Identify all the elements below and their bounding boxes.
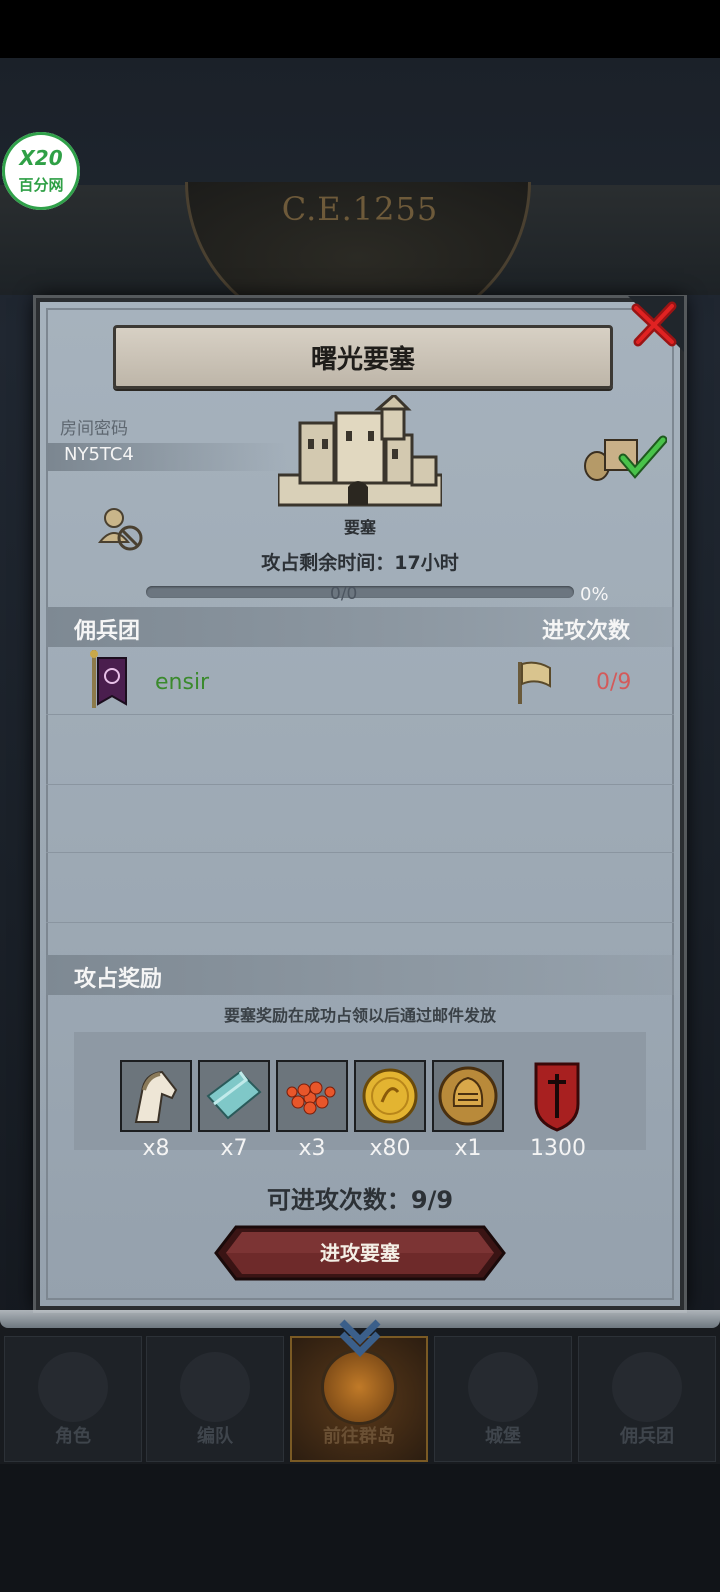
cloth-icon [200, 1062, 268, 1130]
reward-item-cloth[interactable] [198, 1060, 270, 1132]
supply-check-icon[interactable] [583, 434, 667, 484]
castle-nav-icon [468, 1352, 538, 1422]
fortress-icon [278, 395, 442, 507]
nav-tab-mercenary[interactable]: 佣兵团 [578, 1336, 716, 1462]
reward-qty: x80 [369, 1136, 411, 1161]
helmet-nav-icon [180, 1352, 250, 1422]
gold-coin-icon [356, 1062, 424, 1130]
shield-badge-icon[interactable] [534, 1060, 580, 1132]
nav-label: 佣兵团 [620, 1426, 674, 1447]
reward-item-gold[interactable] [354, 1060, 426, 1132]
capture-progress-bar [146, 586, 574, 598]
progress-text: 0/0 [330, 584, 358, 604]
nav-label: 编队 [197, 1426, 233, 1447]
attacks-available: 可进攻次数：9/9 [266, 1186, 454, 1214]
status-bar [0, 0, 720, 58]
helmet-icon [434, 1062, 502, 1130]
no-user-icon[interactable] [98, 506, 144, 552]
guild-banner-icon [90, 650, 127, 708]
chevron-down-icon [339, 1319, 381, 1357]
room-code-label: 房间密码 [60, 419, 128, 439]
reward-item-caviar[interactable] [276, 1060, 348, 1132]
row-divider [46, 922, 674, 923]
reward-qty: 1300 [530, 1136, 586, 1161]
caviar-icon [278, 1062, 346, 1130]
nav-tab-formation[interactable]: 编队 [146, 1336, 284, 1462]
mercenary-name[interactable]: ensir [155, 670, 209, 695]
mercenary-attack-count: 0/9 [596, 670, 632, 695]
attack-count-header: 进攻次数 [542, 619, 631, 644]
nav-label: 角色 [55, 1426, 91, 1447]
watermark-logo: X20 百分网 [2, 132, 80, 210]
row-divider [46, 784, 674, 785]
row-divider [46, 852, 674, 853]
reward-qty: x8 [142, 1136, 170, 1161]
year-label: C.E.1255 [281, 190, 439, 228]
reward-note: 要塞奖励在成功占领以后通过邮件发放 [223, 1006, 496, 1025]
reward-qty: x1 [454, 1136, 482, 1161]
nav-tab-character[interactable]: 角色 [4, 1336, 142, 1462]
reward-header: 攻占奖励 [74, 967, 163, 992]
room-code-value[interactable]: NY5TC4 [64, 444, 134, 465]
watermark-line1: X20 [19, 146, 63, 170]
horse-icon [122, 1062, 190, 1130]
reward-qty: x3 [298, 1136, 326, 1161]
reward-qty: x7 [220, 1136, 248, 1161]
reward-item-horse[interactable] [120, 1060, 192, 1132]
time-remaining: 攻占剩余时间：17小时 [261, 552, 459, 574]
reward-item-helmet[interactable] [432, 1060, 504, 1132]
nav-label: 城堡 [485, 1426, 521, 1447]
islands-icon [324, 1352, 394, 1422]
progress-percent: 0% [580, 584, 609, 605]
ship-icon [612, 1352, 682, 1422]
close-icon[interactable] [628, 296, 684, 352]
nav-tab-castle[interactable]: 城堡 [434, 1336, 572, 1462]
nav-label: 前往群岛 [323, 1426, 395, 1447]
knight-icon [38, 1352, 108, 1422]
flag-icon [518, 661, 551, 704]
system-nav-area [0, 1464, 720, 1592]
watermark-line2: 百分网 [18, 176, 64, 194]
mercenary-header: 佣兵团 [74, 619, 141, 644]
mercenary-row[interactable] [46, 654, 674, 715]
attack-fortress-button[interactable]: 进攻要塞 [214, 1225, 506, 1281]
dialog-title: 曙光要塞 [113, 325, 613, 389]
